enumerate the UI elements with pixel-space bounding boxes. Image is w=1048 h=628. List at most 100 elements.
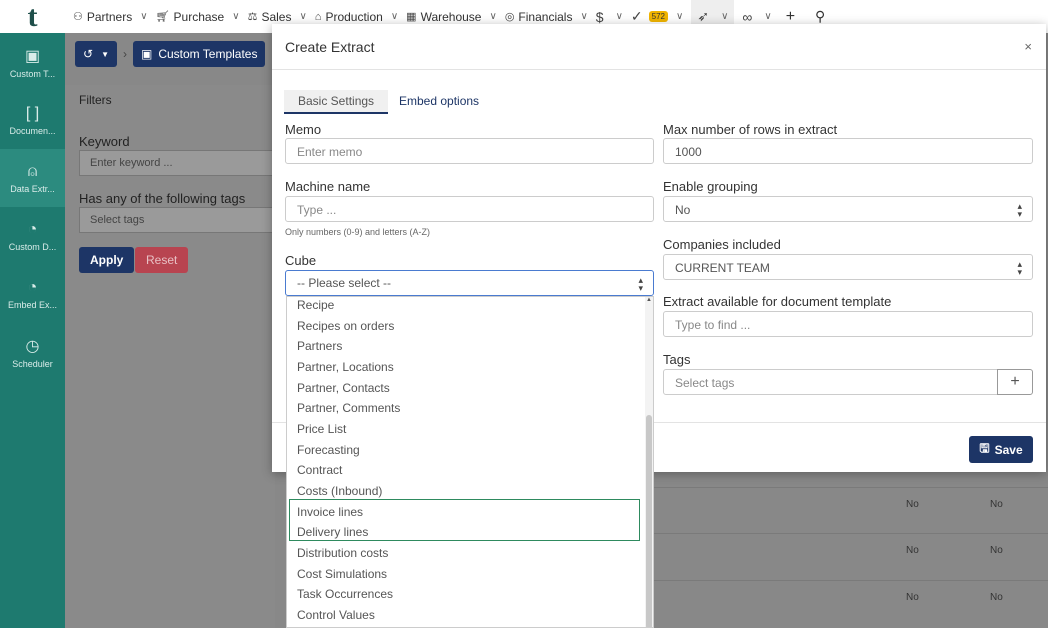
save-icon: 🖫 bbox=[979, 441, 990, 455]
table-cell: No bbox=[906, 545, 919, 556]
cube-select-value: -- Please select -- bbox=[297, 276, 392, 290]
cube-option[interactable]: Costs (Inbound) bbox=[297, 484, 382, 498]
plus-icon: + bbox=[1010, 373, 1020, 390]
brackets-icon: [ ] bbox=[25, 104, 40, 122]
scale-icon: ⚖︎ bbox=[247, 11, 258, 23]
table-cell: No bbox=[990, 499, 1003, 510]
sidebar-item-embed-extracts[interactable]: ◔ Embed Ex... bbox=[0, 265, 65, 323]
nav-sales[interactable]: ⚖︎ Sales ∨ bbox=[248, 10, 307, 24]
search-icon: ⚲ bbox=[815, 8, 826, 24]
sidebar-item-label: Custom T... bbox=[9, 68, 56, 79]
tags-filter-label: Has any of the following tags bbox=[79, 191, 246, 206]
nav-link[interactable]: ∞ ∨ bbox=[742, 9, 771, 25]
nav-purchase-label: Purchase bbox=[173, 9, 225, 24]
select-arrows-icon: ▴ ▾ bbox=[1017, 201, 1022, 219]
nav-sales-label: Sales bbox=[261, 9, 292, 24]
nav-purchase[interactable]: 🛒︎ Purchase ∨ bbox=[156, 10, 240, 24]
max-rows-label: Max number of rows in extract bbox=[663, 122, 838, 137]
table-cell: No bbox=[990, 545, 1003, 556]
nav-partners[interactable]: ⚇ Partners ∨ bbox=[73, 10, 148, 24]
cube-option[interactable]: Recipes on orders bbox=[297, 319, 394, 333]
chevron-down-icon: ∨ bbox=[676, 11, 684, 22]
select-arrows-icon: ▴ ▾ bbox=[638, 275, 643, 293]
chevron-down-icon: ∨ bbox=[580, 11, 588, 22]
apply-button[interactable]: Apply bbox=[79, 247, 135, 273]
sidebar-item-scheduler[interactable]: ◷ Scheduler bbox=[0, 323, 65, 381]
nav-tasks[interactable]: ✓ 572 ∨ bbox=[631, 8, 683, 25]
nav-production[interactable]: ⌂ Production ∨ bbox=[315, 10, 398, 24]
nav-financials-label: Financials bbox=[518, 9, 573, 24]
cube-option[interactable]: Cost Simulations bbox=[297, 567, 387, 581]
add-tag-button[interactable]: + bbox=[997, 369, 1033, 395]
cube-option[interactable]: Contract bbox=[297, 463, 342, 477]
tags-filter-input[interactable]: Select tags bbox=[79, 207, 275, 233]
max-rows-input[interactable]: 1000 bbox=[663, 138, 1033, 164]
chevron-down-icon: ∨ bbox=[299, 11, 307, 22]
nav-partners-label: Partners bbox=[86, 9, 133, 24]
chevron-down-icon: ∨ bbox=[390, 11, 399, 22]
nav-search[interactable]: ⚲ bbox=[815, 8, 825, 25]
machine-name-hint: Only numbers (0-9) and letters (A-Z) bbox=[285, 227, 431, 237]
breadcrumb-label: Custom Templates bbox=[158, 47, 258, 61]
document-icon: ▣ bbox=[140, 47, 153, 61]
modal-title: Create Extract bbox=[285, 39, 375, 55]
cube-option[interactable]: Task Occurrences bbox=[297, 587, 393, 601]
sidebar-item-documents[interactable]: [ ] Documen... bbox=[0, 91, 65, 149]
document-template-input[interactable]: Type to find ... bbox=[663, 311, 1033, 337]
cube-option[interactable]: Control Values bbox=[297, 608, 375, 622]
save-button[interactable]: 🖫 Save bbox=[969, 436, 1033, 463]
link-icon: ∞ bbox=[742, 8, 753, 25]
cube-option[interactable]: Forecasting bbox=[297, 443, 360, 457]
cube-option[interactable]: Distribution costs bbox=[297, 546, 388, 560]
nav-warehouse-label: Warehouse bbox=[420, 9, 482, 24]
keyword-input[interactable]: Enter keyword ... bbox=[79, 150, 275, 176]
cube-option[interactable]: Price List bbox=[297, 422, 346, 436]
close-icon[interactable]: × bbox=[1024, 39, 1032, 54]
cube-option[interactable]: Partner, Contacts bbox=[297, 381, 390, 395]
enable-grouping-select[interactable]: No ▴ ▾ bbox=[663, 196, 1033, 222]
check-icon: ✓ bbox=[630, 8, 643, 24]
clock-icon: ◷ bbox=[25, 337, 40, 355]
enable-grouping-value: No bbox=[675, 203, 691, 217]
tasks-badge: 572 bbox=[648, 11, 668, 22]
sidebar-item-custom-dashboards[interactable]: ◔ Custom D... bbox=[0, 207, 65, 265]
sidebar-item-data-extracts[interactable]: ⍝ Data Extr... bbox=[0, 149, 65, 207]
cube-option[interactable]: Recipe bbox=[297, 298, 334, 312]
app-logo[interactable]: t bbox=[0, 0, 65, 33]
table-cell: No bbox=[990, 592, 1003, 603]
machine-name-input[interactable]: Type ... bbox=[285, 196, 654, 222]
companies-included-label: Companies included bbox=[663, 237, 781, 252]
keyword-label: Keyword bbox=[79, 134, 130, 149]
chevron-down-icon: ∨ bbox=[489, 11, 497, 22]
coins-icon: ◎ bbox=[504, 11, 515, 23]
sidebar: ▣ Custom T... [ ] Documen... ⍝ Data Extr… bbox=[0, 33, 65, 628]
nav-money[interactable]: $ ∨ bbox=[596, 9, 623, 25]
scroll-up-arrow-icon[interactable]: ▲ bbox=[646, 297, 652, 303]
enable-grouping-label: Enable grouping bbox=[663, 179, 758, 194]
cart-icon: 🛒︎ bbox=[155, 11, 170, 23]
dropdown-scrollbar-thumb[interactable] bbox=[646, 415, 652, 627]
nav-warehouse[interactable]: ▦ Warehouse ∨ bbox=[406, 10, 497, 24]
tab-embed-options[interactable]: Embed options bbox=[385, 90, 493, 114]
reset-button[interactable]: Reset bbox=[135, 247, 189, 273]
cube-select[interactable]: -- Please select -- ▴ ▾ bbox=[285, 270, 654, 296]
cube-option[interactable]: Partners bbox=[297, 339, 342, 353]
tab-basic-settings[interactable]: Basic Settings bbox=[284, 90, 389, 114]
breadcrumb-custom-templates[interactable]: ▣ Custom Templates bbox=[132, 41, 266, 67]
nav-add[interactable]: + bbox=[786, 8, 795, 26]
sidebar-item-label: Custom D... bbox=[8, 241, 57, 252]
document-icon: ▣ bbox=[24, 47, 41, 65]
companies-included-value: CURRENT TEAM bbox=[675, 261, 770, 275]
tags-input[interactable]: Select tags bbox=[663, 369, 998, 395]
memo-input[interactable]: Enter memo bbox=[285, 138, 654, 164]
caret-down-icon: ▼ bbox=[101, 49, 109, 59]
table-cell: No bbox=[906, 592, 919, 603]
cube-dropdown-list[interactable]: Recipe Recipes on orders Partners Partne… bbox=[286, 296, 654, 628]
nav-financials[interactable]: ◎ Financials ∨ bbox=[505, 10, 588, 24]
history-button[interactable]: ↺ ▼ bbox=[75, 41, 117, 67]
sidebar-item-custom-templates[interactable]: ▣ Custom T... bbox=[0, 33, 65, 91]
cube-option[interactable]: Partner, Comments bbox=[297, 401, 400, 415]
companies-included-select[interactable]: CURRENT TEAM ▴ ▾ bbox=[663, 254, 1033, 280]
cube-option[interactable]: Partner, Locations bbox=[297, 360, 394, 374]
sidebar-item-label: Data Extr... bbox=[10, 183, 55, 194]
